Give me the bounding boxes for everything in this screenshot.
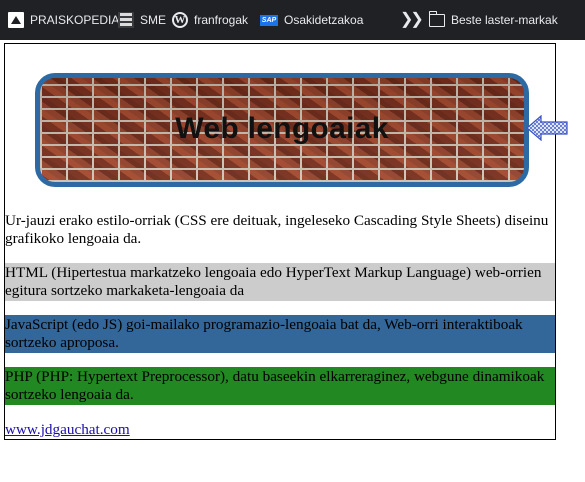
css-paragraph: Ur-jauzi erako estilo-orriak (CSS ere de… [5, 212, 549, 247]
bookmark-osakidetzakoa[interactable]: SAP Osakidetzakoa [260, 11, 363, 29]
javascript-paragraph: JavaScript (edo JS) goi-mailako programa… [5, 315, 555, 353]
sme-icon [118, 12, 134, 28]
sap-icon: SAP [260, 14, 278, 26]
bookmark-label: SME [140, 13, 167, 27]
bookmark-sme[interactable]: SME [118, 11, 166, 29]
bookmark-praiskopedia[interactable]: PRAISKOPEDIA [8, 11, 119, 29]
arrow-left-icon[interactable] [526, 115, 568, 141]
praiskopedia-icon [8, 12, 24, 28]
jdgauchat-link[interactable]: www.jdgauchat.com [5, 421, 130, 439]
bookmark-franfrogak[interactable]: W franfrogak [172, 11, 248, 29]
chevron-double-right-icon[interactable]: ❯❯ [400, 9, 424, 29]
page-title: Web lengoaiak [175, 112, 389, 145]
folder-icon [428, 10, 445, 27]
bookmark-label: PRAISKOPEDIA [30, 13, 120, 27]
bookmark-label: Osakidetzakoa [284, 13, 364, 27]
header-banner: Web lengoaiak [35, 73, 529, 187]
bookmarks-bar: PRAISKOPEDIA SME W franfrogak SAP Osakid… [0, 0, 585, 40]
html-paragraph: HTML (Hipertestua markatzeko lengoaia ed… [5, 263, 555, 301]
other-bookmarks-button[interactable]: Beste laster-markak [428, 10, 558, 29]
php-paragraph: PHP (PHP: Hypertext Preprocessor), datu … [5, 367, 555, 405]
bookmark-label: franfrogak [194, 13, 249, 27]
wordpress-icon: W [172, 12, 188, 28]
other-bookmarks-label: Beste laster-markak [451, 13, 558, 27]
